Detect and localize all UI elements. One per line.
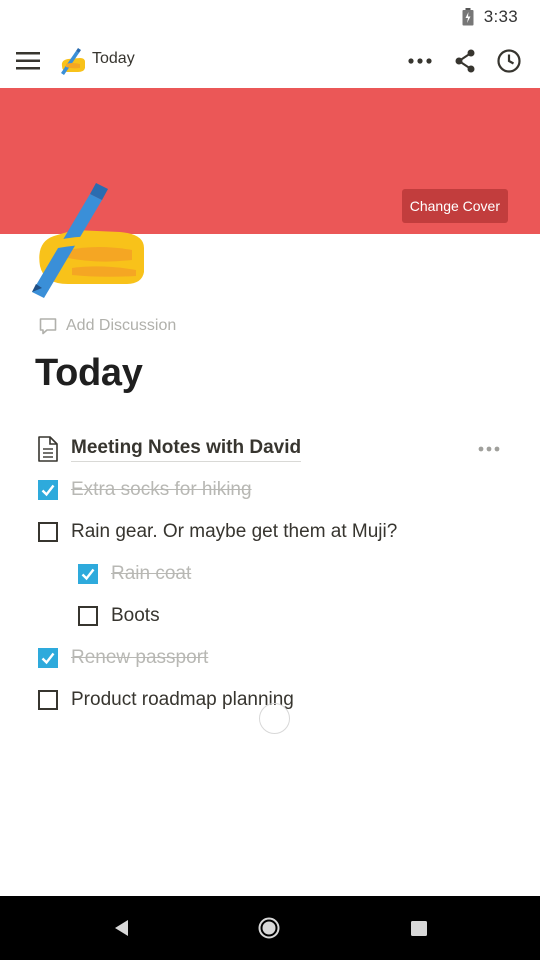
- todo-checkbox[interactable]: [38, 648, 58, 668]
- page-title[interactable]: Today: [35, 352, 143, 395]
- todo-item[interactable]: Rain gear. Or maybe get them at Muji?: [38, 521, 397, 543]
- back-icon[interactable]: [112, 918, 130, 938]
- share-icon[interactable]: [452, 48, 478, 74]
- todo-item[interactable]: Renew passport: [38, 647, 208, 669]
- change-cover-button[interactable]: Change Cover: [401, 189, 508, 223]
- todo-label[interactable]: Renew passport: [71, 647, 208, 669]
- checkmark-icon: [41, 652, 55, 665]
- todo-label[interactable]: Rain gear. Or maybe get them at Muji?: [71, 521, 397, 543]
- top-app-bar: Today: [0, 34, 540, 88]
- writing-hand-icon: [61, 48, 85, 75]
- link-page-label[interactable]: Meeting Notes with David: [71, 437, 302, 462]
- loading-spinner: [259, 703, 290, 734]
- menu-icon[interactable]: [14, 48, 42, 74]
- block-more-icon[interactable]: [476, 440, 502, 458]
- todo-label[interactable]: Rain coat: [111, 563, 191, 585]
- status-bar: 3:33: [0, 0, 540, 34]
- status-time: 3:33: [483, 7, 518, 26]
- todo-label[interactable]: Extra socks for hiking: [71, 479, 252, 501]
- todo-item[interactable]: Product roadmap planning: [38, 689, 294, 711]
- add-discussion-button[interactable]: Add Discussion: [38, 316, 176, 336]
- link-page-block[interactable]: Meeting Notes with David: [37, 436, 302, 462]
- todo-checkbox[interactable]: [78, 564, 98, 584]
- recent-apps-icon[interactable]: [410, 920, 428, 937]
- todo-checkbox[interactable]: [38, 522, 58, 542]
- checkmark-icon: [81, 568, 95, 581]
- topbar-title[interactable]: Today: [92, 50, 135, 68]
- document-icon: [38, 436, 58, 462]
- add-discussion-label: Add Discussion: [66, 317, 177, 334]
- todo-label[interactable]: Product roadmap planning: [71, 689, 294, 711]
- todo-label[interactable]: Boots: [111, 605, 160, 627]
- comment-icon: [39, 318, 57, 335]
- todo-item[interactable]: Boots: [78, 605, 160, 627]
- more-icon[interactable]: [406, 48, 434, 74]
- battery-icon: [462, 8, 474, 26]
- todo-checkbox[interactable]: [78, 606, 98, 626]
- todo-item[interactable]: Rain coat: [78, 563, 191, 585]
- writing-hand-icon[interactable]: [28, 180, 148, 298]
- home-icon[interactable]: [258, 917, 280, 939]
- history-icon[interactable]: [496, 48, 522, 74]
- todo-item[interactable]: Extra socks for hiking: [38, 479, 252, 501]
- todo-checkbox[interactable]: [38, 690, 58, 710]
- checkmark-icon: [41, 484, 55, 497]
- todo-checkbox[interactable]: [38, 480, 58, 500]
